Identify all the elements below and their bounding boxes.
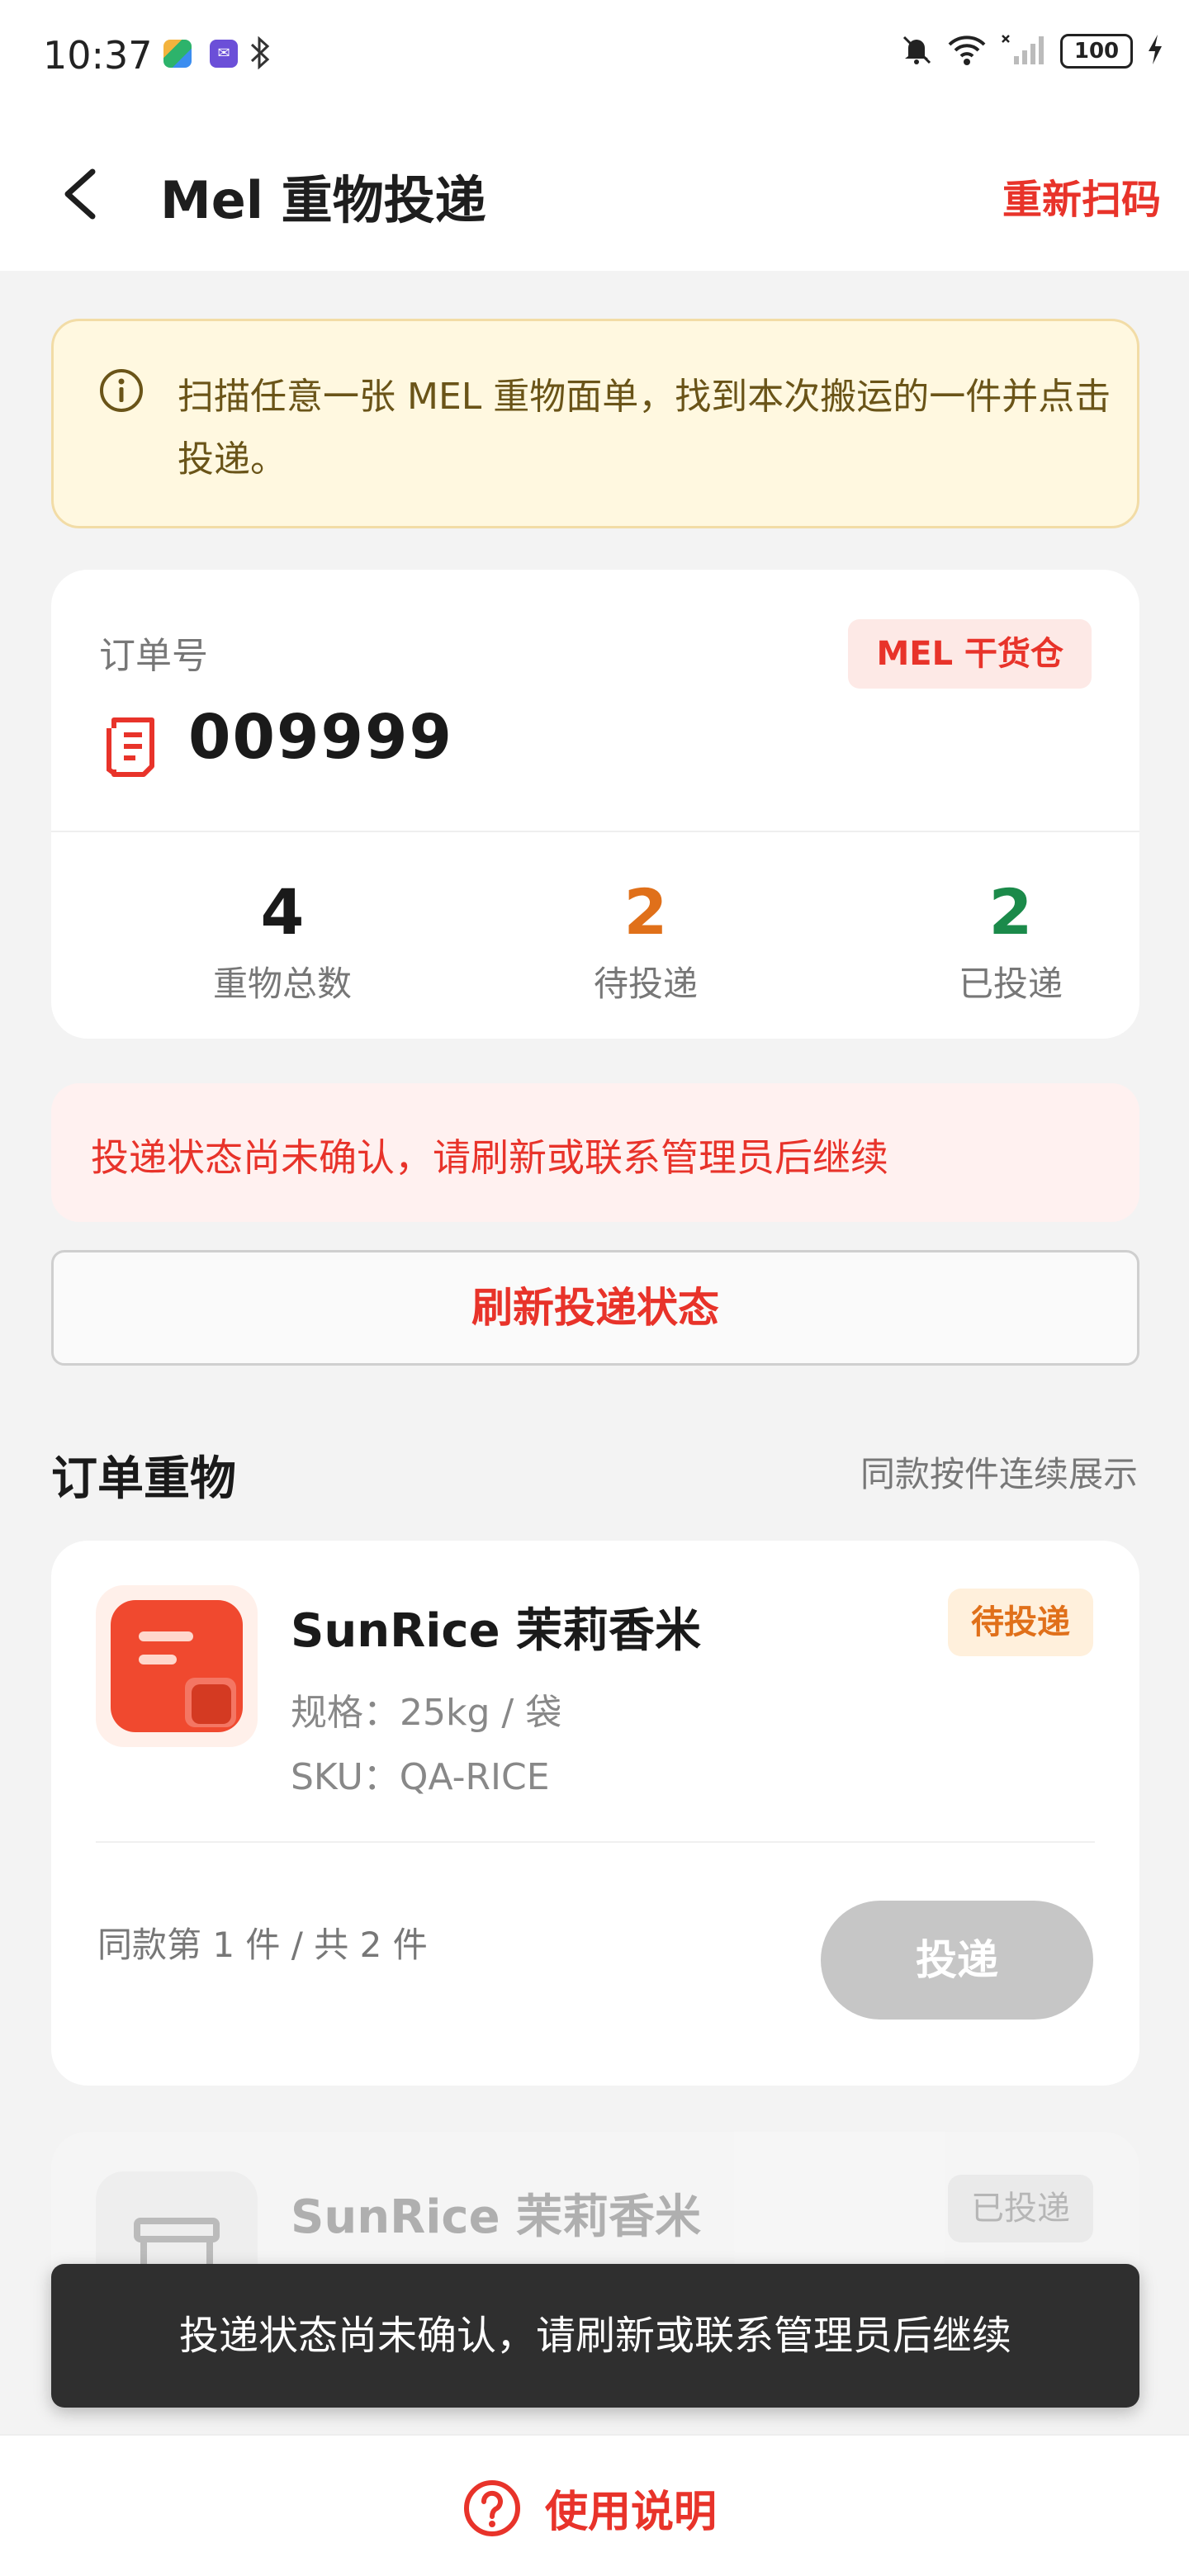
help-icon [464, 2479, 520, 2536]
footer-bar: 使用说明 [0, 2434, 1189, 2576]
status-bar: 10:37 ✉ 100 [0, 0, 1189, 116]
item-name: SunRice 茉莉香米 [291, 2190, 702, 2244]
help-label: 使用说明 [545, 2488, 718, 2537]
stat-total: 4 重物总数 [159, 875, 406, 1006]
refresh-status-button[interactable]: 刷新投递状态 [51, 1250, 1139, 1366]
order-number: 009999 [188, 702, 453, 773]
stat-delivered-value: 2 [988, 875, 1033, 949]
stat-pending-value: 2 [623, 875, 668, 949]
item-card: SunRice 茉莉香米 待投递 规格：25kg / 袋 SKU：QA-RICE… [51, 1541, 1139, 2086]
item-spec: 规格：25kg / 袋 [291, 1692, 562, 1734]
help-button[interactable]: 使用说明 [462, 2477, 717, 2539]
order-number-label: 订单号 [99, 635, 208, 677]
receipt-icon [106, 717, 160, 781]
mute-icon [900, 33, 933, 69]
toast-message: 投递状态尚未确认，请刷新或联系管理员后继续 [51, 2264, 1139, 2408]
product-icon [96, 1585, 258, 1747]
wifi-icon [946, 33, 988, 69]
section-note: 同款按件连续展示 [860, 1454, 1138, 1494]
stat-delivered-label: 已投递 [958, 964, 1063, 1004]
stat-total-value: 4 [260, 875, 305, 949]
signal-icon [1001, 33, 1047, 69]
error-banner: 投递状态尚未确认，请刷新或联系管理员后继续 [51, 1083, 1139, 1222]
chevron-left-icon [64, 168, 96, 220]
info-icon [98, 367, 144, 417]
stat-pending-label: 待投递 [593, 964, 698, 1004]
back-button[interactable] [50, 157, 107, 231]
app-icon: ✉ [210, 40, 238, 68]
status-time: 10:37 [43, 33, 153, 78]
app-header: Mel 重物投递 重新扫码 [0, 116, 1189, 271]
app-icon [163, 40, 192, 68]
page-title: Mel 重物投递 [160, 170, 486, 230]
stat-delivered: 2 已投递 [887, 875, 1135, 1006]
order-card: 订单号 MEL 干货仓 009999 4 重物总数 2 待投递 2 已投递 [51, 570, 1139, 1039]
divider [51, 831, 1139, 832]
stat-total-label: 重物总数 [212, 964, 352, 1004]
status-badge: 待投递 [948, 1589, 1093, 1656]
stat-pending: 2 待投递 [522, 875, 770, 1006]
deliver-button[interactable]: 投递 [821, 1901, 1093, 2020]
item-sku: SKU：QA-RICE [291, 1756, 550, 1798]
section-title: 订单重物 [51, 1452, 236, 1506]
item-name: SunRice 茉莉香米 [291, 1604, 702, 1658]
warehouse-tag: MEL 干货仓 [848, 619, 1092, 689]
error-banner-text: 投递状态尚未确认，请刷新或联系管理员后继续 [91, 1135, 888, 1180]
rescan-button[interactable]: 重新扫码 [1002, 167, 1161, 225]
battery-icon: 100 [1060, 34, 1133, 69]
status-badge: 已投递 [948, 2175, 1093, 2242]
info-banner: 扫描任意一张 MEL 重物面单，找到本次搬运的一件并点击投递。 [51, 319, 1139, 528]
bluetooth-icon [249, 36, 271, 73]
charging-icon [1146, 33, 1164, 69]
item-count: 同款第 1 件 / 共 2 件 [97, 1925, 428, 1965]
info-banner-text: 扫描任意一张 MEL 重物面单，找到本次搬运的一件并点击投递。 [178, 376, 1111, 481]
divider [96, 1841, 1095, 1843]
